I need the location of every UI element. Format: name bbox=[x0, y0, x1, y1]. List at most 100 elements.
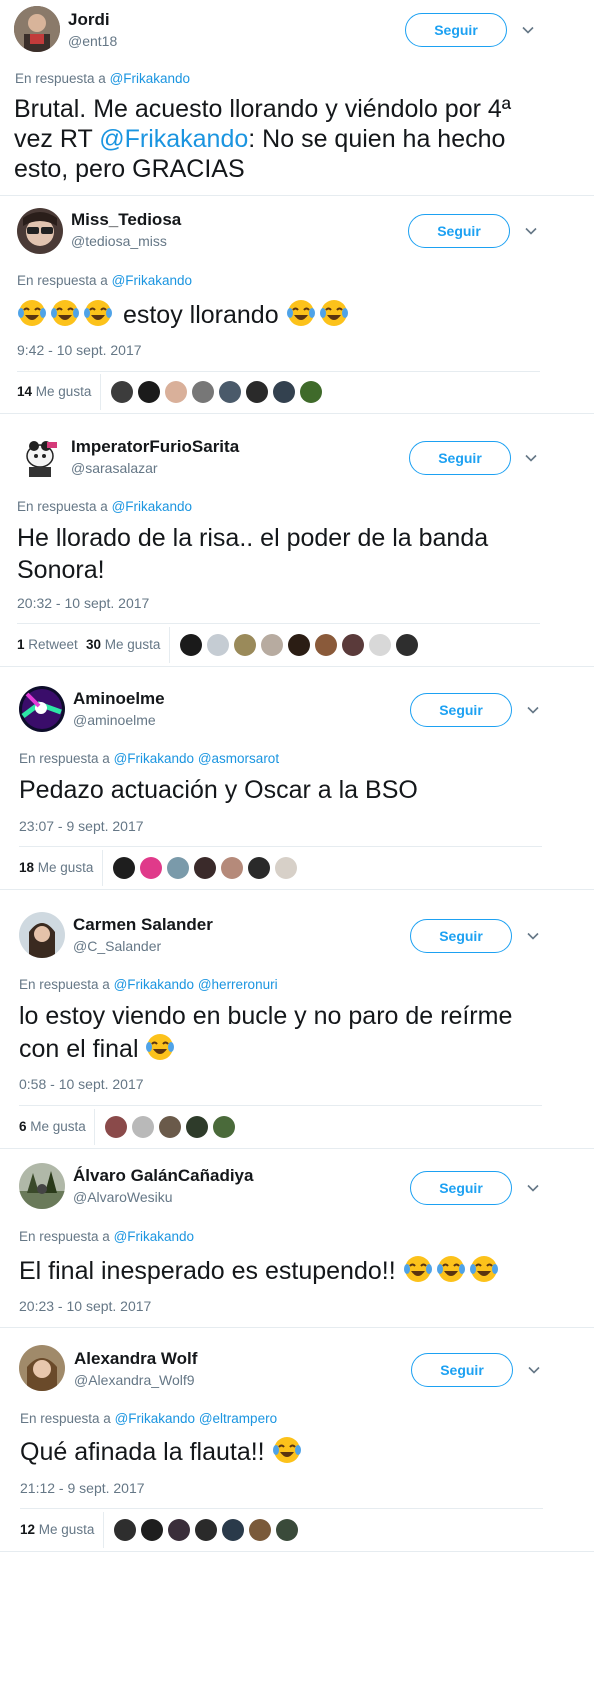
avatar[interactable] bbox=[17, 434, 63, 480]
liker-avatar[interactable] bbox=[288, 634, 310, 656]
retweet-count[interactable]: 1 Retweet bbox=[17, 637, 78, 652]
avatar[interactable] bbox=[14, 6, 60, 52]
user-name[interactable]: Aminoelme bbox=[73, 689, 165, 709]
liker-avatar[interactable] bbox=[186, 1116, 208, 1138]
liker-avatar[interactable] bbox=[192, 381, 214, 403]
tweet-mention[interactable]: @Frikakando bbox=[99, 125, 248, 153]
like-count[interactable]: 6 Me gusta bbox=[19, 1119, 86, 1134]
user-name[interactable]: Álvaro GalánCañadiya bbox=[73, 1166, 253, 1186]
liker-avatar[interactable] bbox=[207, 634, 229, 656]
follow-button[interactable]: Seguir bbox=[408, 214, 510, 248]
divider bbox=[0, 1148, 594, 1149]
liker-avatar[interactable] bbox=[113, 857, 135, 879]
reply-mention[interactable]: @Frikakando bbox=[114, 977, 195, 992]
reply-mention[interactable]: @asmorsarot bbox=[198, 751, 279, 766]
avatar[interactable] bbox=[19, 1345, 65, 1391]
liker-avatar[interactable] bbox=[140, 857, 162, 879]
liker-avatar[interactable] bbox=[195, 1519, 217, 1541]
stats-separator bbox=[169, 627, 170, 663]
liker-avatar[interactable] bbox=[180, 634, 202, 656]
timestamp[interactable]: 21:12 - 9 sept. 2017 bbox=[20, 1480, 145, 1496]
chevron-down-icon[interactable] bbox=[525, 702, 541, 718]
user-name[interactable]: Jordi bbox=[68, 10, 110, 30]
chevron-down-icon[interactable] bbox=[523, 223, 539, 239]
like-label: Me gusta bbox=[30, 1119, 86, 1134]
chevron-down-icon[interactable] bbox=[525, 1180, 541, 1196]
timestamp[interactable]: 23:07 - 9 sept. 2017 bbox=[19, 818, 144, 834]
liker-avatar[interactable] bbox=[248, 857, 270, 879]
chevron-down-icon[interactable] bbox=[520, 22, 536, 38]
reply-mention[interactable]: @Frikakando bbox=[112, 499, 193, 514]
liker-avatar[interactable] bbox=[315, 634, 337, 656]
liker-avatar[interactable] bbox=[219, 381, 241, 403]
avatar[interactable] bbox=[19, 686, 65, 732]
reply-mention[interactable]: @Frikakando bbox=[114, 751, 195, 766]
liker-avatar[interactable] bbox=[246, 381, 268, 403]
follow-button[interactable]: Seguir bbox=[410, 919, 512, 953]
liker-avatar[interactable] bbox=[342, 634, 364, 656]
user-name[interactable]: Alexandra Wolf bbox=[74, 1349, 197, 1369]
user-handle[interactable]: @sarasalazar bbox=[71, 460, 158, 476]
reply-mention[interactable]: @Frikakando bbox=[115, 1411, 196, 1426]
like-count[interactable]: 30 Me gusta bbox=[86, 637, 160, 652]
user-handle[interactable]: @Alexandra_Wolf9 bbox=[74, 1372, 195, 1388]
reply-prefix: En respuesta a bbox=[19, 977, 110, 992]
liker-avatar[interactable] bbox=[249, 1519, 271, 1541]
timestamp[interactable]: 20:32 - 10 sept. 2017 bbox=[17, 595, 149, 611]
reply-prefix: En respuesta a bbox=[17, 273, 108, 288]
avatar[interactable] bbox=[17, 208, 63, 254]
liker-avatar[interactable] bbox=[165, 381, 187, 403]
reply-mention[interactable]: @herreronuri bbox=[198, 977, 278, 992]
liker-avatar[interactable] bbox=[132, 1116, 154, 1138]
liker-avatar[interactable] bbox=[273, 381, 295, 403]
user-handle[interactable]: @tediosa_miss bbox=[71, 233, 167, 249]
user-handle[interactable]: @C_Salander bbox=[73, 938, 161, 954]
avatar[interactable] bbox=[19, 912, 65, 958]
user-handle[interactable]: @aminoelme bbox=[73, 712, 156, 728]
liker-avatar[interactable] bbox=[276, 1519, 298, 1541]
user-name[interactable]: Carmen Salander bbox=[73, 915, 213, 935]
follow-button[interactable]: Seguir bbox=[405, 13, 507, 47]
timestamp[interactable]: 9:42 - 10 sept. 2017 bbox=[17, 342, 142, 358]
liker-avatar[interactable] bbox=[396, 634, 418, 656]
user-handle[interactable]: @AlvaroWesiku bbox=[73, 1189, 173, 1205]
user-name[interactable]: ImperatorFurioSarita bbox=[71, 437, 239, 457]
liker-avatar[interactable] bbox=[159, 1116, 181, 1138]
liker-avatar[interactable] bbox=[275, 857, 297, 879]
chevron-down-icon[interactable] bbox=[526, 1362, 542, 1378]
like-count[interactable]: 12 Me gusta bbox=[20, 1522, 94, 1537]
like-count[interactable]: 14 Me gusta bbox=[17, 384, 91, 399]
reply-mention[interactable]: @Frikakando bbox=[112, 273, 193, 288]
liker-avatar[interactable] bbox=[261, 634, 283, 656]
follow-button[interactable]: Seguir bbox=[411, 1353, 513, 1387]
reply-mention[interactable]: @eltrampero bbox=[199, 1411, 277, 1426]
follow-button[interactable]: Seguir bbox=[410, 693, 512, 727]
timestamp[interactable]: 20:23 - 10 sept. 2017 bbox=[19, 1298, 151, 1314]
liker-avatar[interactable] bbox=[369, 634, 391, 656]
like-count[interactable]: 18 Me gusta bbox=[19, 860, 93, 875]
liker-avatar[interactable] bbox=[222, 1519, 244, 1541]
liker-avatar[interactable] bbox=[111, 381, 133, 403]
liker-avatar[interactable] bbox=[167, 857, 189, 879]
liker-avatar[interactable] bbox=[300, 381, 322, 403]
tweet-text-part: Qué afinada la flauta!! bbox=[20, 1438, 265, 1466]
liker-avatar[interactable] bbox=[105, 1116, 127, 1138]
user-handle[interactable]: @ent18 bbox=[68, 33, 117, 49]
liker-avatar[interactable] bbox=[194, 857, 216, 879]
timestamp[interactable]: 0:58 - 10 sept. 2017 bbox=[19, 1076, 144, 1092]
chevron-down-icon[interactable] bbox=[525, 928, 541, 944]
reply-mention[interactable]: @Frikakando bbox=[114, 1229, 195, 1244]
liker-avatar[interactable] bbox=[221, 857, 243, 879]
liker-avatar[interactable] bbox=[213, 1116, 235, 1138]
avatar[interactable] bbox=[19, 1163, 65, 1209]
liker-avatar[interactable] bbox=[141, 1519, 163, 1541]
follow-button[interactable]: Seguir bbox=[410, 1171, 512, 1205]
liker-avatar[interactable] bbox=[114, 1519, 136, 1541]
user-name[interactable]: Miss_Tediosa bbox=[71, 210, 181, 230]
chevron-down-icon[interactable] bbox=[523, 450, 539, 466]
reply-mention[interactable]: @Frikakando bbox=[110, 71, 191, 86]
follow-button[interactable]: Seguir bbox=[409, 441, 511, 475]
liker-avatar[interactable] bbox=[138, 381, 160, 403]
liker-avatar[interactable] bbox=[168, 1519, 190, 1541]
liker-avatar[interactable] bbox=[234, 634, 256, 656]
